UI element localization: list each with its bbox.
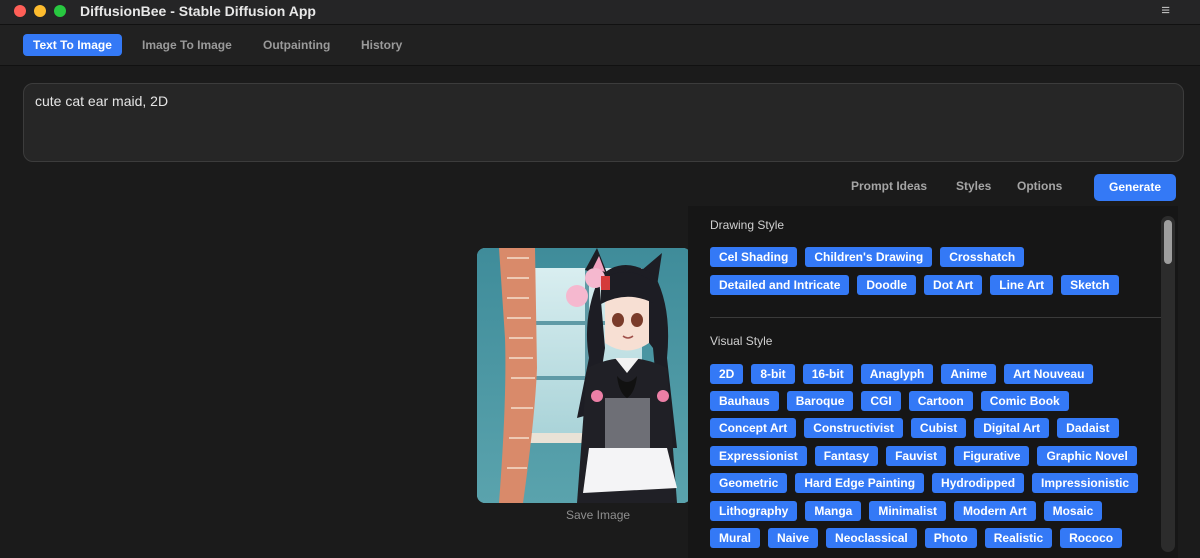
style-chip[interactable]: Line Art [990, 275, 1054, 295]
style-chip[interactable]: Hydrodipped [932, 473, 1025, 493]
tab-history[interactable]: History [351, 34, 412, 56]
style-chip[interactable]: CGI [861, 391, 901, 411]
style-chip[interactable]: Bauhaus [710, 391, 779, 411]
style-chip[interactable]: Naive [768, 528, 819, 548]
style-chip[interactable]: Dadaist [1057, 418, 1119, 438]
style-chip[interactable]: Doodle [857, 275, 917, 295]
style-chip[interactable]: Realistic [984, 528, 1053, 548]
visual-style-row: Lithography Manga Minimalist Modern Art … [710, 501, 1103, 521]
style-chip[interactable]: Detailed and Intricate [710, 275, 850, 295]
prompt-text: cute cat ear maid, 2D [35, 93, 169, 109]
style-chip[interactable]: Mosaic [1043, 501, 1103, 521]
style-chip[interactable]: 2D [710, 364, 744, 384]
tab-outpainting[interactable]: Outpainting [253, 34, 340, 56]
prompt-input[interactable]: cute cat ear maid, 2D [23, 83, 1184, 162]
close-window-button[interactable] [14, 5, 26, 17]
visual-style-title: Visual Style [710, 334, 773, 348]
section-divider [710, 317, 1162, 318]
style-chip[interactable]: Anime [941, 364, 997, 384]
style-chip[interactable]: Concept Art [710, 418, 797, 438]
style-chip[interactable]: Fauvist [886, 446, 947, 466]
visual-style-row: Concept Art Constructivist Cubist Digita… [710, 418, 1119, 438]
style-chip[interactable]: 8-bit [751, 364, 795, 384]
tab-bar: Text To Image Image To Image Outpainting… [0, 25, 1200, 66]
style-chip[interactable]: Dot Art [924, 275, 983, 295]
style-chip[interactable]: Graphic Novel [1037, 446, 1137, 466]
generate-button[interactable]: Generate [1094, 174, 1176, 201]
style-chip[interactable]: Anaglyph [860, 364, 934, 384]
style-chip[interactable]: Expressionist [710, 446, 807, 466]
zoom-window-button[interactable] [54, 5, 66, 17]
save-image-button[interactable]: Save Image [566, 508, 630, 522]
minimize-window-button[interactable] [34, 5, 46, 17]
style-chip[interactable]: Fantasy [814, 446, 879, 466]
style-chip[interactable]: 16-bit [802, 364, 853, 384]
style-chip[interactable]: Digital Art [974, 418, 1050, 438]
visual-style-row: Expressionist Fantasy Fauvist Figurative… [710, 446, 1137, 466]
generated-image[interactable] [477, 248, 691, 503]
style-chip[interactable]: Manga [805, 501, 862, 521]
drawing-style-row: Detailed and Intricate Doodle Dot Art Li… [710, 275, 1119, 295]
style-chip[interactable]: Constructivist [804, 418, 903, 438]
styles-scrollbar[interactable] [1161, 216, 1175, 552]
style-chip[interactable]: Neoclassical [826, 528, 917, 548]
visual-style-row: Geometric Hard Edge Painting Hydrodipped… [710, 473, 1139, 493]
style-chip[interactable]: Cel Shading [710, 247, 798, 267]
title-bar: DiffusionBee - Stable Diffusion App ≡ [0, 0, 1200, 25]
anime-maid-illustration [477, 248, 691, 503]
style-chip[interactable]: Geometric [710, 473, 788, 493]
style-chip[interactable]: Mural [710, 528, 761, 548]
prompt-ideas-button[interactable]: Prompt Ideas [851, 179, 927, 193]
options-button[interactable]: Options [1017, 179, 1062, 193]
styles-panel: Drawing Style Cel Shading Children's Dra… [688, 206, 1178, 558]
style-chip[interactable]: Cartoon [908, 391, 973, 411]
style-chip[interactable]: Modern Art [954, 501, 1036, 521]
style-chip[interactable]: Baroque [786, 391, 854, 411]
style-chip[interactable]: Minimalist [869, 501, 947, 521]
drawing-style-row: Cel Shading Children's Drawing Crosshatc… [710, 247, 1025, 267]
scrollbar-thumb[interactable] [1164, 220, 1172, 264]
drawing-style-title: Drawing Style [710, 218, 785, 232]
style-chip[interactable]: Children's Drawing [805, 247, 933, 267]
style-chip[interactable]: Lithography [710, 501, 798, 521]
style-chip[interactable]: Cubist [910, 418, 967, 438]
style-chip[interactable]: Figurative [954, 446, 1030, 466]
style-chip[interactable]: Crosshatch [940, 247, 1025, 267]
tab-image-to-image[interactable]: Image To Image [132, 34, 242, 56]
style-chip[interactable]: Art Nouveau [1004, 364, 1094, 384]
style-chip[interactable]: Rococo [1060, 528, 1123, 548]
style-chip[interactable]: Sketch [1061, 275, 1119, 295]
styles-button[interactable]: Styles [956, 179, 991, 193]
style-chip[interactable]: Hard Edge Painting [795, 473, 925, 493]
visual-style-row: Mural Naive Neoclassical Photo Realistic… [710, 528, 1123, 548]
window-title: DiffusionBee - Stable Diffusion App [80, 3, 316, 19]
style-chip[interactable]: Photo [924, 528, 977, 548]
hamburger-menu-icon[interactable]: ≡ [1161, 2, 1170, 19]
visual-style-row: 2D 8-bit 16-bit Anaglyph Anime Art Nouve… [710, 364, 1094, 384]
tab-text-to-image[interactable]: Text To Image [23, 34, 122, 56]
style-chip[interactable]: Comic Book [980, 391, 1069, 411]
visual-style-row: Bauhaus Baroque CGI Cartoon Comic Book [710, 391, 1069, 411]
style-chip[interactable]: Impressionistic [1032, 473, 1139, 493]
